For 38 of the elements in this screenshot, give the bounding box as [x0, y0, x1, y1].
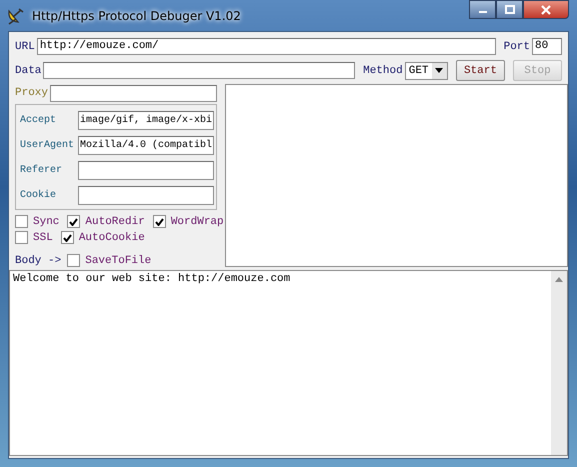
body-label: Body ->	[15, 254, 62, 266]
response-body-area[interactable]: Welcome to our web site: http://emouze.com	[9, 270, 568, 456]
data-field[interactable]	[43, 62, 356, 79]
scroll-up-icon	[555, 277, 563, 282]
header-label: UserAgent	[20, 140, 76, 151]
port-field[interactable]: 80	[532, 38, 562, 55]
url-label: URL	[15, 40, 35, 52]
window-title: Http/Https Protocol Debuger V1.02	[32, 8, 241, 22]
proxy-label: Proxy	[15, 87, 48, 99]
maximize-icon	[504, 5, 514, 14]
option-checkbox[interactable]: Sync	[15, 215, 60, 228]
minimize-button[interactable]	[469, 0, 496, 19]
header-label: Referer	[20, 165, 64, 176]
method-dropdown[interactable]: GET	[404, 62, 448, 80]
start-button[interactable]: Start	[456, 60, 505, 81]
satellite-dish-icon	[6, 6, 26, 24]
proxy-field[interactable]	[50, 84, 217, 102]
response-text: Welcome to our web site: http://emouze.com	[12, 272, 292, 287]
option-checkbox[interactable]: AutoRedir	[67, 215, 145, 228]
save-to-file-checkbox[interactable]: SaveToFile	[67, 254, 152, 267]
scrollbar[interactable]	[551, 271, 567, 455]
option-checkbox[interactable]: WordWrap	[152, 215, 224, 228]
header-label: Accept	[20, 115, 58, 126]
header-field[interactable]	[78, 186, 214, 205]
option-checkbox[interactable]: AutoCookie	[60, 231, 145, 244]
header-field[interactable]: Mozilla/4.0 (compatibl	[78, 136, 214, 155]
caret-icon	[435, 68, 444, 73]
data-label: Data	[15, 64, 42, 76]
port-label: Port	[504, 40, 530, 52]
header-label: Cookie	[20, 190, 58, 201]
maximize-button[interactable]	[496, 0, 523, 19]
method-label: Method	[363, 64, 403, 76]
close-button[interactable]	[523, 0, 569, 19]
url-field[interactable]: http://emouze.com/	[36, 38, 496, 55]
close-icon	[540, 4, 552, 14]
header-field[interactable]	[78, 161, 214, 180]
header-field[interactable]: image/gif, image/x-xbi	[78, 111, 214, 130]
option-checkbox[interactable]: SSL	[15, 231, 53, 244]
